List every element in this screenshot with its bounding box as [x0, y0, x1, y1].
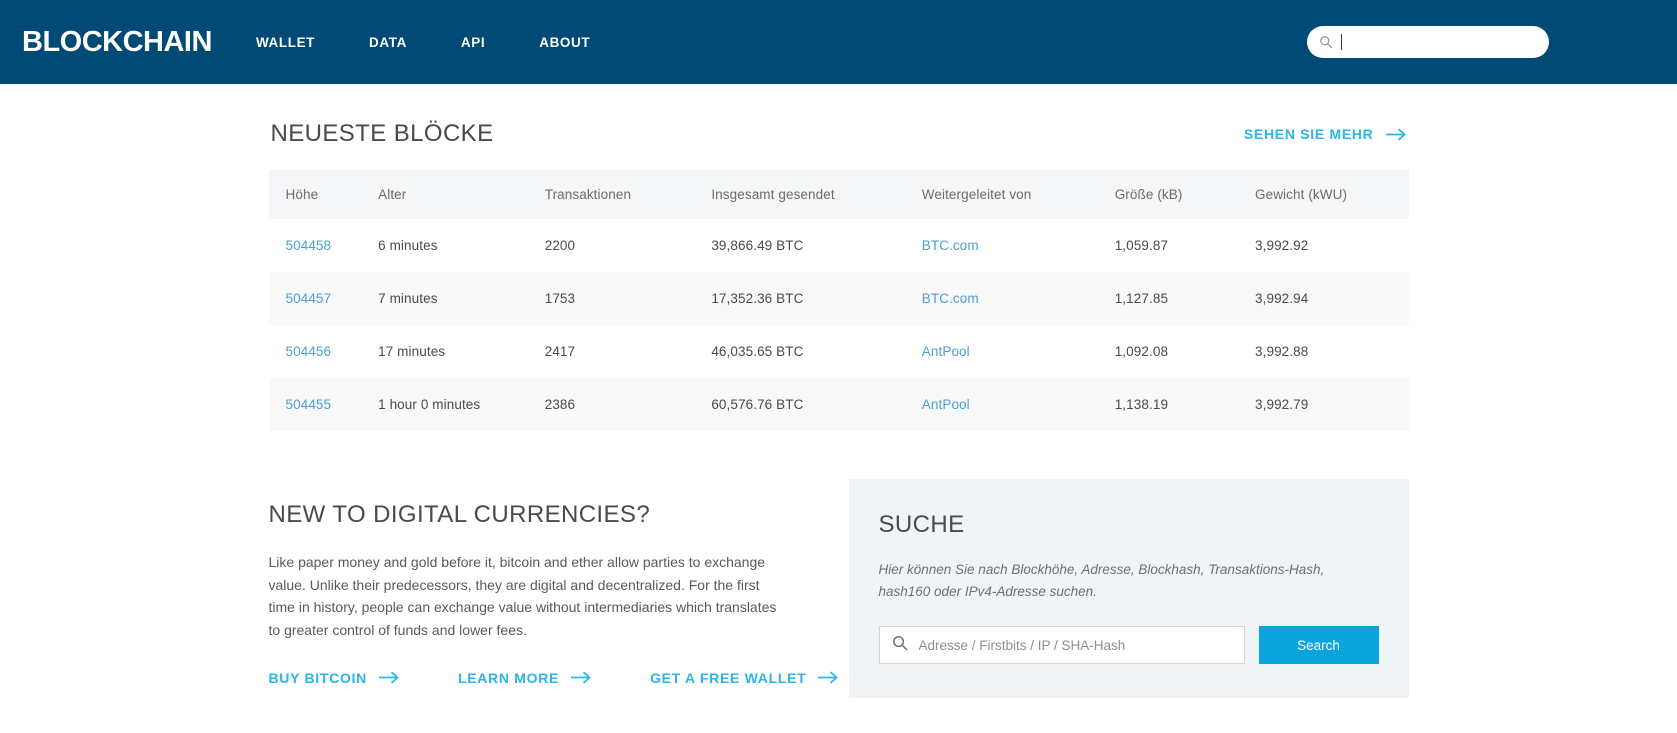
latest-blocks-table: Höhe Alter Transaktionen Insgesamt gesen… — [268, 170, 1409, 431]
page-title: NEUESTE BLÖCKE — [270, 120, 494, 147]
see-more-label: SEHEN SIE MEHR — [1243, 126, 1374, 142]
relayed-by-link[interactable]: BTC.com — [922, 238, 979, 253]
cell-weight: 3,992.88 — [1255, 344, 1309, 359]
column-header-height: Höhe — [285, 187, 319, 202]
column-header-total-sent: Insgesamt gesendet — [711, 187, 835, 202]
block-height-link[interactable]: 504456 — [286, 344, 332, 359]
cell-total-sent: 60,576.76 BTC — [711, 397, 804, 412]
cell-height: 504457 — [269, 272, 379, 325]
get-free-wallet-label: GET A FREE WALLET — [650, 669, 807, 686]
cell-transactions: 2200 — [544, 238, 576, 253]
cell-total-sent: 39,866.49 BTC — [711, 238, 804, 253]
table-row: 504458 6 minutes 2200 39,866.49 BTC BTC.… — [268, 219, 1409, 272]
cell-relayed-by: BTC.com — [922, 219, 1115, 272]
cell-age: 6 minutes — [378, 238, 438, 253]
column-header-transactions: Transaktionen — [544, 187, 632, 202]
arrow-right-icon — [570, 671, 592, 684]
buy-bitcoin-link[interactable]: BUY BITCOIN — [269, 670, 400, 686]
search-row: Search — [878, 626, 1379, 665]
search-panel: SUCHE Hier können Sie nach Blockhöhe, Ad… — [848, 479, 1409, 699]
header-search-input[interactable] — [1342, 34, 1537, 50]
cell-weight: 3,992.94 — [1255, 291, 1309, 306]
column-header-age: Alter — [378, 187, 407, 202]
relayed-by-link[interactable]: AntPool — [922, 397, 970, 412]
cell-total-sent: 46,035.65 BTC — [711, 344, 804, 359]
table-body: 504458 6 minutes 2200 39,866.49 BTC BTC.… — [268, 219, 1409, 431]
lower-section: NEW TO DIGITAL CURRENCIES? Like paper mo… — [268, 479, 1409, 699]
nav-item-wallet[interactable]: WALLET — [256, 35, 315, 50]
search-input[interactable] — [916, 636, 1232, 654]
nav-item-data[interactable]: DATA — [369, 35, 407, 50]
search-button[interactable]: Search — [1258, 626, 1379, 665]
cell-height: 504456 — [269, 325, 379, 378]
main-nav: WALLET DATA API ABOUT — [256, 35, 644, 50]
header-search-box[interactable] — [1307, 26, 1549, 58]
intro-cta-row: BUY BITCOIN LEARN MORE GET A FREE WALLET — [269, 670, 838, 686]
cell-size: 1,138.19 — [1114, 397, 1169, 412]
search-panel-title: SUCHE — [878, 511, 965, 538]
get-free-wallet-link[interactable]: GET A FREE WALLET — [650, 670, 839, 686]
arrow-right-icon — [1385, 128, 1407, 141]
brand-logo[interactable]: BLOCKCHAIN — [22, 27, 212, 57]
search-panel-hint: Hier können Sie nach Blockhöhe, Adresse,… — [878, 562, 1325, 599]
cell-total-sent: 17,352.36 BTC — [711, 291, 804, 306]
learn-more-link[interactable]: LEARN MORE — [458, 670, 592, 686]
block-height-link[interactable]: 504457 — [286, 291, 332, 306]
table-row: 504455 1 hour 0 minutes 2386 60,576.76 B… — [268, 378, 1409, 431]
learn-more-label: LEARN MORE — [457, 669, 560, 686]
column-header-size: Größe (kB) — [1114, 187, 1183, 202]
table-head: Höhe Alter Transaktionen Insgesamt gesen… — [268, 170, 1409, 219]
see-more-link[interactable]: SEHEN SIE MEHR — [1244, 126, 1407, 142]
cell-height: 504458 — [269, 219, 379, 272]
intro-paragraph: Like paper money and gold before it, bit… — [268, 554, 777, 639]
table-header-row: Höhe Alter Transaktionen Insgesamt gesen… — [268, 170, 1409, 219]
cell-age: 7 minutes — [378, 291, 438, 306]
cell-weight: 3,992.79 — [1255, 397, 1309, 412]
cell-weight: 3,992.92 — [1255, 238, 1309, 253]
cell-height: 504455 — [269, 378, 379, 431]
nav-item-api[interactable]: API — [461, 35, 485, 50]
relayed-by-link[interactable]: AntPool — [922, 344, 970, 359]
search-icon — [892, 635, 908, 656]
nav-item-about[interactable]: ABOUT — [539, 35, 590, 50]
cell-age: 1 hour 0 minutes — [378, 397, 481, 412]
intro-title: NEW TO DIGITAL CURRENCIES? — [268, 501, 651, 528]
column-header-relayed-by: Weitergeleitet von — [921, 187, 1032, 202]
column-header-weight: Gewicht (kWU) — [1255, 187, 1348, 202]
cell-size: 1,059.87 — [1114, 238, 1169, 253]
cell-transactions: 1753 — [544, 291, 576, 306]
cell-size: 1,092.08 — [1114, 344, 1169, 359]
cell-relayed-by: BTC.com — [922, 272, 1115, 325]
table-row: 504457 7 minutes 1753 17,352.36 BTC BTC.… — [268, 272, 1409, 325]
buy-bitcoin-label: BUY BITCOIN — [268, 669, 367, 686]
block-height-link[interactable]: 504455 — [286, 397, 332, 412]
arrow-right-icon — [378, 671, 400, 684]
cell-relayed-by: AntPool — [922, 378, 1115, 431]
intro-section: NEW TO DIGITAL CURRENCIES? Like paper mo… — [268, 479, 838, 686]
cell-transactions: 2417 — [544, 344, 576, 359]
cell-size: 1,127.85 — [1114, 291, 1169, 306]
block-height-link[interactable]: 504458 — [286, 238, 332, 253]
latest-blocks-section: NEUESTE BLÖCKE SEHEN SIE MEHR Höhe Alter… — [268, 84, 1409, 431]
section-header: NEUESTE BLÖCKE SEHEN SIE MEHR — [269, 120, 1409, 148]
arrow-right-icon — [817, 671, 839, 684]
relayed-by-link[interactable]: BTC.com — [922, 291, 979, 306]
search-field-wrapper[interactable] — [878, 626, 1245, 665]
search-icon — [1319, 35, 1333, 49]
cell-transactions: 2386 — [544, 397, 576, 412]
cell-relayed-by: AntPool — [922, 325, 1115, 378]
cell-age: 17 minutes — [378, 344, 446, 359]
table-row: 504456 17 minutes 2417 46,035.65 BTC Ant… — [268, 325, 1409, 378]
site-header: BLOCKCHAIN WALLET DATA API ABOUT — [0, 0, 1677, 84]
page-body: NEUESTE BLÖCKE SEHEN SIE MEHR Höhe Alter… — [0, 84, 1677, 699]
